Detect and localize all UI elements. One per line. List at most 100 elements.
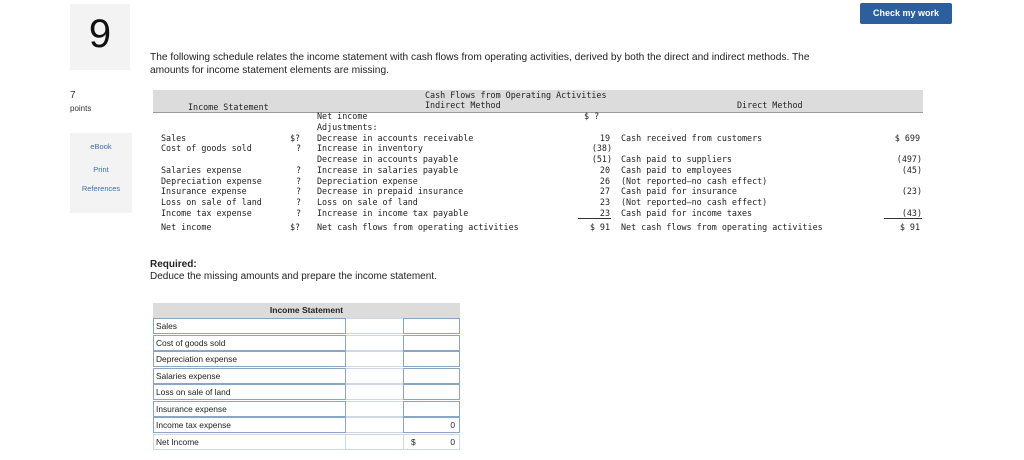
ind-loss-label: Loss on sale of land bbox=[317, 197, 418, 207]
intro-text: The following schedule relates the incom… bbox=[150, 52, 810, 76]
dir-employees-label: Cash paid to employees bbox=[621, 165, 732, 175]
dir-insurance-label: Cash paid for insurance bbox=[621, 186, 737, 196]
is-depreciation-label: Depreciation expense bbox=[161, 176, 262, 186]
ind-prepaid-label: Decrease in prepaid insurance bbox=[317, 186, 464, 196]
dir-total-value: $ 91 bbox=[899, 222, 920, 232]
form-sales-label[interactable]: Sales bbox=[153, 318, 346, 334]
is-cogs-label: Cost of goods sold bbox=[161, 143, 252, 153]
question-number: 9 bbox=[88, 12, 112, 56]
ind-prepaid-value: 27 bbox=[599, 186, 610, 196]
is-loss-label: Loss on sale of land bbox=[161, 197, 262, 207]
form-row-depreciation: Depreciation expense bbox=[153, 351, 460, 368]
required-title: Required: bbox=[150, 259, 197, 270]
is-tax-label: Income tax expense bbox=[161, 208, 252, 218]
is-insurance-value: ? bbox=[296, 186, 302, 196]
form-row-net-income: Net Income 0 $ bbox=[153, 433, 460, 451]
ebook-link[interactable]: eBook bbox=[70, 142, 132, 151]
ind-tax-value: 23 bbox=[599, 208, 610, 218]
ind-inventory-value: (38) bbox=[591, 143, 612, 153]
ind-salaries-value: 20 bbox=[599, 165, 610, 175]
form-depreciation-input[interactable] bbox=[403, 351, 460, 367]
form-insurance-label[interactable]: Insurance expense bbox=[153, 400, 346, 417]
ind-total-rule bbox=[578, 218, 611, 219]
points-value: 7 bbox=[70, 90, 76, 101]
form-loss-spacer bbox=[346, 384, 403, 400]
form-loss-input[interactable] bbox=[403, 384, 460, 400]
income-statement-form-header: Income Statement bbox=[153, 303, 460, 318]
ind-ap-label: Decrease in accounts payable bbox=[317, 154, 459, 164]
required-text: Deduce the missing amounts and prepare t… bbox=[150, 271, 437, 282]
form-depreciation-label[interactable]: Depreciation expense bbox=[153, 351, 346, 367]
side-links: eBook Print References bbox=[70, 133, 132, 213]
ind-loss-value: 23 bbox=[599, 197, 610, 207]
form-cogs-label[interactable]: Cost of goods sold bbox=[153, 334, 346, 351]
is-salaries-value: ? bbox=[296, 165, 302, 175]
is-depreciation-value: ? bbox=[296, 176, 302, 186]
col-indirect: Indirect Method bbox=[425, 100, 501, 110]
ind-total-value: $ 91 bbox=[589, 222, 610, 232]
form-row-tax: Income tax expense 0 bbox=[153, 417, 460, 434]
is-salaries-label: Salaries expense bbox=[161, 165, 242, 175]
ind-adjustments-label: Adjustments: bbox=[317, 122, 378, 132]
form-salaries-label[interactable]: Salaries expense bbox=[153, 367, 346, 384]
dir-taxes-label: Cash paid for income taxes bbox=[621, 208, 753, 218]
is-sales-value: $? bbox=[290, 133, 301, 143]
form-tax-label[interactable]: Income tax expense bbox=[153, 417, 346, 433]
form-sales-spacer bbox=[346, 318, 403, 334]
form-insurance-input[interactable] bbox=[403, 400, 460, 417]
form-depreciation-spacer bbox=[346, 351, 403, 367]
form-cogs-spacer bbox=[346, 334, 403, 351]
is-net-income-value: $? bbox=[290, 222, 301, 232]
ind-depreciation-value: 26 bbox=[599, 176, 610, 186]
ind-ap-value: (51) bbox=[591, 154, 612, 164]
check-my-work-button[interactable]: Check my work bbox=[860, 3, 952, 24]
ind-inventory-label: Increase in inventory bbox=[317, 143, 423, 153]
ind-depreciation-label: Depreciation expense bbox=[317, 176, 418, 186]
dir-suppliers-value: (497) bbox=[896, 154, 922, 164]
form-net-income-spacer bbox=[346, 433, 403, 450]
dir-total-rule bbox=[884, 218, 922, 219]
form-net-income-label: Net Income bbox=[153, 433, 346, 450]
form-tax-spacer bbox=[346, 417, 403, 433]
dir-employees-value: (45) bbox=[901, 165, 922, 175]
dir-not-reported-1: (Not reported—no cash effect) bbox=[621, 176, 768, 186]
ind-tax-label: Increase in income tax payable bbox=[317, 208, 469, 218]
is-sales-label: Sales bbox=[161, 133, 187, 143]
schedule-header-divider bbox=[153, 112, 923, 113]
ind-ar-label: Decrease in accounts receivable bbox=[317, 133, 474, 143]
form-insurance-spacer bbox=[346, 400, 403, 417]
dir-customers-value: $ 699 bbox=[894, 133, 920, 143]
form-loss-label[interactable]: Loss on sale of land bbox=[153, 384, 346, 400]
dir-total-label: Net cash flows from operating activities bbox=[621, 222, 823, 232]
is-tax-value: ? bbox=[296, 208, 302, 218]
form-tax-input[interactable]: 0 bbox=[403, 417, 460, 433]
question-number-box: 9 bbox=[70, 4, 130, 70]
references-link[interactable]: References bbox=[70, 184, 132, 193]
form-salaries-spacer bbox=[346, 367, 403, 384]
form-salaries-input[interactable] bbox=[403, 367, 460, 384]
col-income-statement: Income Statement bbox=[188, 102, 269, 112]
ind-salaries-label: Increase in salaries payable bbox=[317, 165, 459, 175]
col-cash-flows: Cash Flows from Operating Activities bbox=[425, 90, 607, 100]
form-cogs-input[interactable] bbox=[403, 334, 460, 351]
dir-suppliers-label: Cash paid to suppliers bbox=[621, 154, 732, 164]
dir-not-reported-2: (Not reported—no cash effect) bbox=[621, 197, 768, 207]
col-direct: Direct Method bbox=[737, 100, 803, 110]
form-row-insurance: Insurance expense bbox=[153, 400, 460, 418]
print-link[interactable]: Print bbox=[70, 165, 132, 174]
dir-insurance-value: (23) bbox=[901, 186, 922, 196]
ind-ar-value: 19 bbox=[599, 133, 610, 143]
ind-net-income-label: Net income bbox=[317, 111, 368, 121]
points-label: points bbox=[70, 104, 92, 113]
is-insurance-label: Insurance expense bbox=[161, 186, 247, 196]
ind-total-label: Net cash flows from operating activities bbox=[317, 222, 519, 232]
form-row-sales: Sales bbox=[153, 318, 460, 335]
dir-customers-label: Cash received from customers bbox=[621, 133, 763, 143]
form-row-salaries: Salaries expense bbox=[153, 367, 460, 385]
form-row-cogs: Cost of goods sold bbox=[153, 334, 460, 352]
is-net-income-label: Net income bbox=[161, 222, 212, 232]
form-sales-input[interactable] bbox=[403, 318, 460, 334]
form-net-income-dollar: $ bbox=[411, 436, 416, 447]
is-cogs-value: ? bbox=[296, 143, 302, 153]
form-row-loss: Loss on sale of land bbox=[153, 384, 460, 401]
